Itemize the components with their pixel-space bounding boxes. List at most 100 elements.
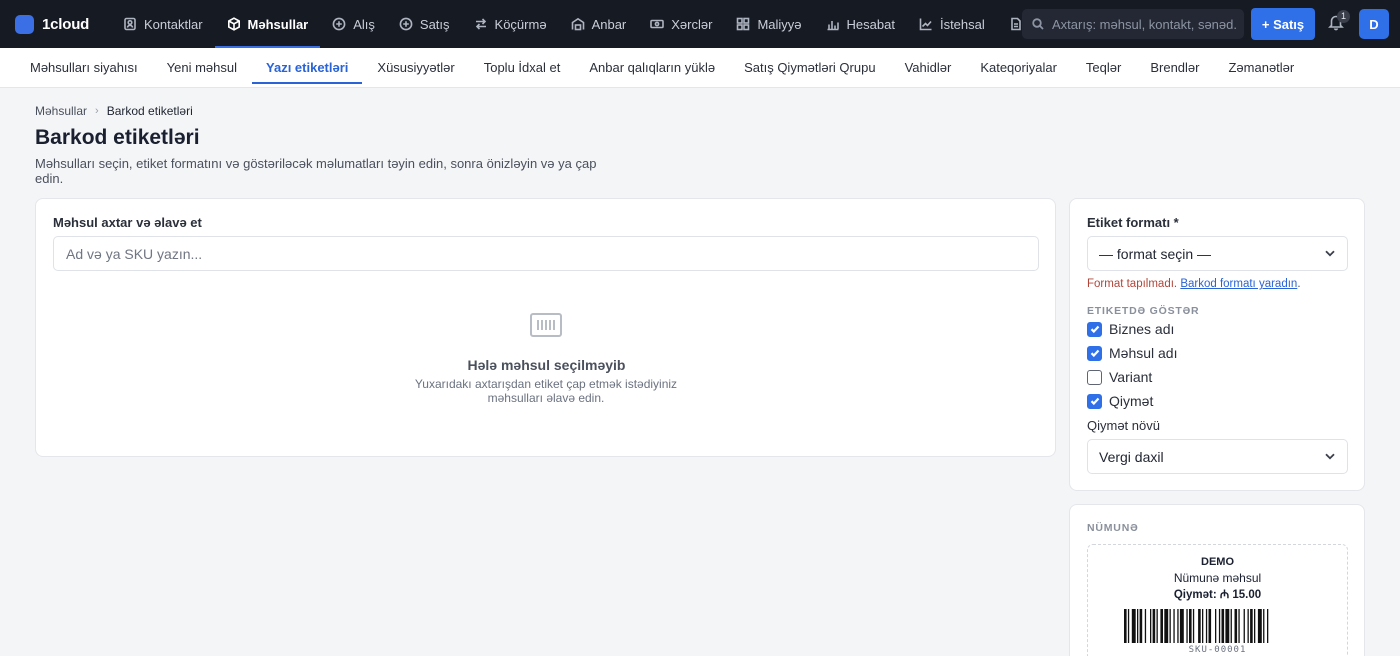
nav-item-reports[interactable]: Hesabat [814, 0, 907, 48]
barcode-empty-icon [529, 311, 563, 339]
nav-item-products[interactable]: Məhsullar [214, 0, 321, 48]
option-variant[interactable]: Variant [1087, 369, 1152, 385]
product-selection-card: Məhsul axtar və əlavə et Hələ məhsul seç… [35, 198, 1056, 457]
option-business-name[interactable]: Biznes adı [1087, 321, 1174, 337]
nav-item-production[interactable]: İstehsal [907, 0, 997, 48]
label-preview: DEMO Nümunə məhsul Qiymət: ₼ 15.00 SKU-0… [1087, 544, 1348, 656]
option-label: Qiymət [1109, 393, 1154, 409]
price-type-select[interactable]: Vergi daxil [1087, 439, 1348, 474]
barcode-bar [1185, 609, 1188, 643]
nav-item-sales[interactable]: Satış [387, 0, 462, 48]
warehouse-icon [571, 17, 584, 31]
barcode-bar [1237, 609, 1240, 643]
label-settings-card: Etiket formatı * — format seçin — Format… [1069, 198, 1365, 491]
barcode-bar [1152, 609, 1155, 643]
main-nav: Kontaktlar Məhsullar Alış Satış Köçürmə … [111, 0, 1027, 48]
checkbox-unchecked[interactable] [1087, 369, 1102, 385]
products-subnav: Məhsulları siyahısı Yeni məhsul Yazı eti… [0, 48, 1400, 88]
tab-attributes[interactable]: Xüsusiyyətlər [363, 48, 468, 88]
barcode-bar [1192, 609, 1194, 643]
barcode-bar [1127, 609, 1129, 643]
barcode-bar [1249, 609, 1253, 643]
plus-circle-icon [399, 17, 413, 31]
tab-categories[interactable]: Kateqoriyalar [966, 48, 1071, 88]
preview-product-name: Nümunə məhsul [1173, 571, 1262, 585]
notifications[interactable]: 1 [1327, 10, 1350, 35]
option-product-name[interactable]: Məhsul adı [1087, 345, 1177, 361]
tab-stock-upload[interactable]: Anbar qalıqların yüklə [575, 48, 729, 88]
barcode-bar [1169, 609, 1171, 643]
nav-label: Alış [353, 16, 375, 32]
checkbox-checked[interactable] [1087, 393, 1102, 409]
checkbox-checked[interactable] [1087, 321, 1102, 337]
nav-item-warehouse[interactable]: Anbar [559, 0, 639, 48]
nav-label: Maliyyə [757, 16, 802, 32]
nav-item-expenses[interactable]: Xərclər [638, 0, 724, 48]
barcode-bar [1159, 609, 1163, 643]
tab-new-product[interactable]: Yeni məhsul [153, 48, 251, 88]
page-subtitle: Məhsulları seçin, etiket formatını və gö… [35, 156, 597, 186]
app-logo [15, 14, 34, 34]
tab-warranties[interactable]: Zəmanətlər [1214, 48, 1308, 88]
money-icon [650, 19, 665, 29]
barcode-bar [1131, 609, 1136, 643]
barcode-bar [1253, 609, 1255, 643]
box-icon [227, 17, 240, 31]
preview-heading: Nümunə [1087, 522, 1139, 534]
bar-chart-icon [827, 21, 839, 31]
new-sale-button[interactable]: + Satış [1251, 8, 1315, 40]
label-format-select[interactable]: — format seçin — [1087, 236, 1348, 271]
format-missing-text: Format tapılmadı. [1087, 278, 1178, 290]
nav-item-purchase[interactable]: Alış [320, 0, 387, 48]
tab-units[interactable]: Vahidlər [891, 48, 966, 88]
chevron-down-icon [1325, 250, 1335, 257]
format-note-end: . [1297, 278, 1301, 290]
user-avatar[interactable]: D [1359, 9, 1389, 39]
notification-badge: 1 [1337, 10, 1350, 23]
barcode-bar [1144, 609, 1146, 643]
create-format-link[interactable]: Barkod formatı yaradın [1180, 278, 1297, 290]
line-chart-icon [919, 18, 932, 31]
tab-price-groups[interactable]: Satış Qiymətləri Qrupu [730, 48, 890, 88]
nav-label: Anbar [591, 16, 627, 32]
barcode-bar [1214, 609, 1216, 643]
option-label: Variant [1109, 369, 1153, 385]
barcode-bar [1176, 609, 1179, 643]
option-price[interactable]: Qiymət [1087, 393, 1153, 409]
label-format-label: Etiket formatı * [1087, 215, 1179, 230]
barcode-bar [1172, 609, 1175, 643]
empty-state-description: Yuxarıdakı axtarışdan etiket çap etmək i… [414, 377, 678, 405]
check-icon [1090, 349, 1099, 358]
global-search[interactable] [1022, 9, 1244, 39]
tab-bulk-import[interactable]: Toplu İdxal et [470, 48, 575, 88]
tab-brands[interactable]: Brendlər [1136, 48, 1213, 88]
barcode-bar [1156, 609, 1158, 643]
barcode-bar [1136, 609, 1138, 643]
barcode-bar [1247, 609, 1249, 643]
tab-tags[interactable]: Teqlər [1072, 48, 1135, 88]
plus-circle-icon [332, 17, 346, 31]
contacts-icon [124, 17, 136, 31]
nav-item-transfer[interactable]: Köçürmə [462, 0, 559, 48]
nav-label: Kontaktlar [144, 16, 203, 32]
search-input[interactable] [1052, 16, 1238, 32]
search-icon [1032, 18, 1044, 30]
brand[interactable]: 1cloud [15, 14, 101, 34]
option-label: Məhsul adı [1109, 345, 1178, 361]
tab-product-list[interactable]: Məhsulları siyahısı [16, 48, 152, 88]
nav-item-finance[interactable]: Maliyyə [724, 0, 813, 48]
document-icon [1010, 17, 1021, 31]
grid-icon [737, 17, 750, 31]
tab-labels[interactable]: Yazı etiketləri [252, 48, 363, 88]
product-search-label: Məhsul axtar və əlavə et [53, 215, 202, 230]
checkbox-checked[interactable] [1087, 345, 1102, 361]
page-title: Barkod etiketləri [35, 126, 200, 149]
barcode-bar [1218, 609, 1220, 643]
nav-label: Satış [419, 16, 450, 32]
breadcrumb-current: Barkod etiketləri [106, 104, 193, 118]
nav-item-contacts[interactable]: Kontaktlar [111, 0, 215, 48]
product-search-input[interactable] [53, 236, 1039, 271]
preview-price: Qiymət: ₼ 15.00 [1173, 589, 1262, 601]
nav-label: Məhsullar [247, 16, 309, 32]
breadcrumb-products[interactable]: Məhsullar [35, 104, 87, 118]
